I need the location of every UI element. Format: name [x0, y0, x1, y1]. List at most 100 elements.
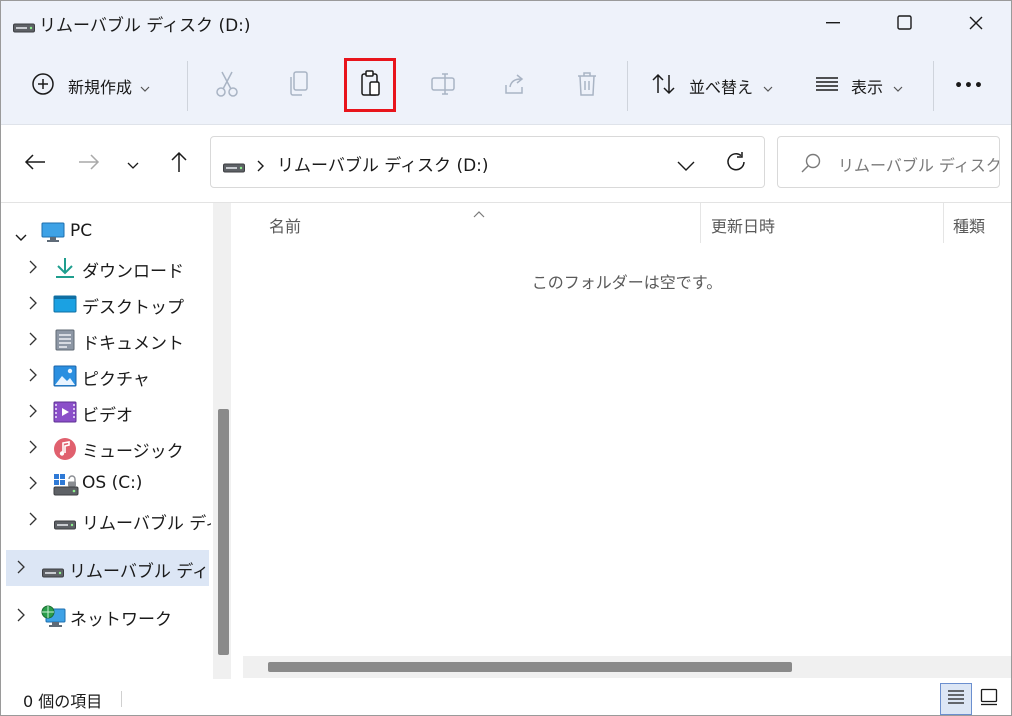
nav-item-pc[interactable]: PC	[1, 214, 211, 250]
chevron-right-icon[interactable]	[17, 607, 25, 626]
arrow-left-icon	[24, 153, 46, 175]
column-divider[interactable]	[943, 203, 944, 243]
nav-item-label: OS (C:)	[82, 473, 143, 493]
nav-item-music[interactable]: ミュージック	[1, 430, 211, 466]
sort-ascending-caret-icon	[473, 203, 485, 222]
nav-item-label: ネットワーク	[70, 610, 172, 630]
nav-item-label: デスクトップ	[82, 298, 184, 318]
new-button[interactable]: 新規作成	[31, 69, 150, 103]
large-icons-view-button[interactable]	[973, 683, 1005, 715]
column-divider[interactable]	[700, 203, 701, 243]
search-input[interactable]: リムーバブル ディスク (...	[838, 152, 999, 176]
maximize-button[interactable]	[871, 1, 939, 45]
status-separator	[121, 691, 122, 707]
nav-item-removable-disk-selected[interactable]: リムーバブル ディスク	[6, 550, 209, 586]
paste-highlight-box	[344, 58, 396, 112]
nav-item-label: ピクチャ	[82, 370, 150, 390]
navigation-scrollbar-thumb[interactable]	[218, 409, 229, 655]
chevron-right-icon[interactable]	[29, 439, 37, 458]
download-arrow-icon	[53, 257, 77, 283]
sort-button[interactable]: 並べ替え	[651, 69, 773, 103]
plus-circle-icon	[31, 72, 55, 100]
nav-item-network[interactable]: ネットワーク	[1, 598, 211, 634]
view-button-label: 表示	[851, 78, 884, 97]
cut-button[interactable]	[207, 67, 247, 105]
address-path-segment[interactable]: リムーバブル ディスク (D:)	[277, 151, 489, 176]
document-icon	[55, 329, 75, 355]
desktop-icon	[53, 293, 77, 319]
column-header-modified[interactable]: 更新日時	[711, 213, 775, 237]
chevron-right-icon[interactable]	[29, 403, 37, 422]
chevron-down-icon[interactable]	[15, 227, 27, 246]
view-button[interactable]: 表示	[815, 69, 903, 103]
chevron-right-icon[interactable]	[29, 331, 37, 350]
chevron-right-icon[interactable]	[29, 475, 37, 494]
sort-arrows-icon	[651, 73, 677, 99]
more-dots-icon: •••	[954, 78, 984, 94]
search-icon	[800, 153, 822, 177]
chevron-right-icon[interactable]	[29, 511, 37, 530]
sort-button-label: 並べ替え	[689, 78, 754, 97]
share-button[interactable]	[495, 67, 535, 105]
command-separator	[933, 61, 934, 111]
nav-item-pictures[interactable]: ピクチャ	[1, 358, 211, 394]
copy-button[interactable]	[279, 67, 319, 105]
nav-item-removable-disk-under-pc[interactable]: リムーバブル ディスク	[1, 502, 211, 538]
chevron-right-icon[interactable]	[29, 367, 37, 386]
details-view-button[interactable]	[940, 683, 972, 715]
chevron-down-icon	[140, 77, 150, 96]
nav-item-label: リムーバブル ディスク	[82, 514, 211, 534]
file-list: 名前 更新日時 種類 このフォルダーは空です。	[241, 203, 1011, 679]
back-button[interactable]	[17, 147, 53, 181]
removable-drive-icon	[223, 158, 245, 177]
horizontal-scrollbar-thumb[interactable]	[268, 662, 792, 672]
command-bar: 新規作成 並べ替え 表示 •••	[1, 45, 1011, 125]
recent-locations-button[interactable]	[115, 147, 151, 181]
video-icon	[53, 401, 77, 427]
nav-item-label: ミュージック	[82, 442, 184, 462]
search-box[interactable]: リムーバブル ディスク (...	[777, 136, 1000, 188]
scissors-icon	[214, 70, 240, 102]
chevron-down-icon	[763, 77, 773, 96]
chevron-right-icon[interactable]	[29, 259, 37, 278]
nav-item-videos[interactable]: ビデオ	[1, 394, 211, 430]
up-button[interactable]	[161, 147, 197, 181]
minimize-button[interactable]	[799, 1, 867, 45]
monitor-icon	[41, 221, 65, 247]
picture-icon	[53, 365, 77, 391]
see-more-button[interactable]: •••	[949, 69, 989, 103]
list-lines-icon	[815, 76, 839, 96]
close-button[interactable]	[942, 1, 1010, 45]
removable-drive-icon	[13, 18, 35, 37]
address-bar[interactable]: リムーバブル ディスク (D:)	[210, 136, 765, 188]
system-drive-icon	[53, 473, 79, 501]
address-history-dropdown[interactable]	[677, 157, 695, 176]
nav-item-os-c[interactable]: OS (C:)	[1, 466, 211, 502]
nav-item-desktop[interactable]: デスクトップ	[1, 286, 211, 322]
rename-button[interactable]	[423, 67, 463, 105]
column-header-name[interactable]: 名前	[269, 213, 301, 237]
chevron-right-icon[interactable]	[29, 295, 37, 314]
share-icon	[502, 71, 528, 101]
chevron-right-icon[interactable]	[17, 559, 25, 578]
column-header-type[interactable]: 種類	[953, 213, 985, 237]
nav-item-label: ビデオ	[82, 406, 133, 426]
forward-button[interactable]	[71, 147, 107, 181]
refresh-icon[interactable]	[725, 151, 747, 177]
removable-drive-icon	[41, 563, 65, 582]
empty-folder-message: このフォルダーは空です。	[531, 273, 723, 292]
navigation-pane: PC ダウンロード デスクトップ ドキュメント ピクチャ ビデオ ミュージック …	[1, 203, 233, 679]
trash-icon	[575, 70, 599, 102]
chevron-down-icon	[893, 77, 903, 96]
details-view-icon	[947, 689, 965, 709]
chevron-down-icon	[127, 155, 139, 174]
chevron-right-icon[interactable]	[257, 157, 265, 176]
delete-button[interactable]	[567, 67, 607, 105]
arrow-up-icon	[170, 151, 188, 177]
rename-icon	[430, 71, 456, 101]
nav-item-documents[interactable]: ドキュメント	[1, 322, 211, 358]
title-bar: リムーバブル ディスク (D:)	[1, 1, 1011, 45]
status-bar: 0 個の項目	[1, 679, 1011, 715]
tiles-view-icon	[980, 688, 998, 710]
nav-item-downloads[interactable]: ダウンロード	[1, 250, 211, 286]
